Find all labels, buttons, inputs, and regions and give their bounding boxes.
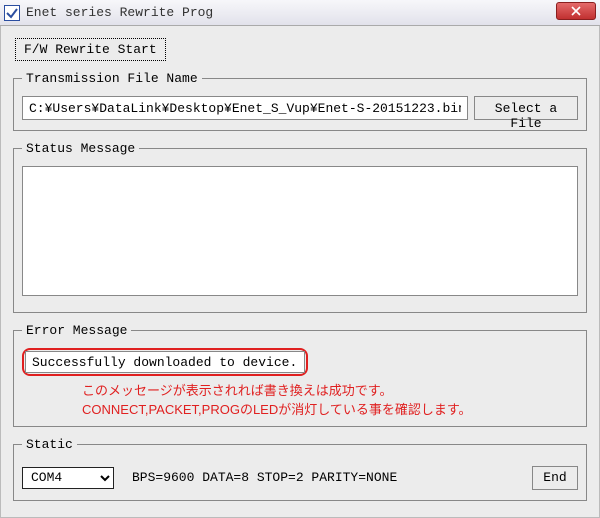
error-highlight: Successfully downloaded to device. bbox=[22, 348, 308, 376]
com-port-select[interactable]: COM4 bbox=[22, 467, 114, 489]
end-button[interactable]: End bbox=[532, 466, 578, 490]
annotation-line2: CONNECT,PACKET,PROGのLEDが消灯している事を確認します。 bbox=[82, 401, 578, 420]
status-message-box[interactable] bbox=[22, 166, 578, 296]
transmission-group: Transmission File Name Select a File bbox=[13, 71, 587, 131]
titlebar: Enet series Rewrite Prog bbox=[0, 0, 600, 26]
select-file-button[interactable]: Select a File bbox=[474, 96, 578, 120]
rewrite-start-button[interactable]: F/W Rewrite Start bbox=[15, 38, 166, 61]
error-message-box: Successfully downloaded to device. bbox=[25, 351, 305, 373]
static-group: Static COM4 BPS=9600 DATA=8 STOP=2 PARIT… bbox=[13, 437, 587, 501]
serial-params: BPS=9600 DATA=8 STOP=2 PARITY=NONE bbox=[132, 470, 514, 485]
transmission-legend: Transmission File Name bbox=[22, 71, 202, 86]
annotation-text: このメッセージが表示されれば書き換えは成功です。 CONNECT,PACKET,… bbox=[82, 382, 578, 420]
error-legend: Error Message bbox=[22, 323, 131, 338]
close-button[interactable] bbox=[556, 2, 596, 20]
error-group: Error Message Successfully downloaded to… bbox=[13, 323, 587, 427]
status-legend: Status Message bbox=[22, 141, 139, 156]
status-group: Status Message bbox=[13, 141, 587, 313]
app-icon bbox=[4, 5, 20, 21]
client-area: F/W Rewrite Start Transmission File Name… bbox=[0, 26, 600, 518]
file-path-input[interactable] bbox=[22, 96, 468, 120]
window-title: Enet series Rewrite Prog bbox=[26, 5, 213, 20]
static-legend: Static bbox=[22, 437, 77, 452]
annotation-line1: このメッセージが表示されれば書き換えは成功です。 bbox=[82, 382, 578, 401]
